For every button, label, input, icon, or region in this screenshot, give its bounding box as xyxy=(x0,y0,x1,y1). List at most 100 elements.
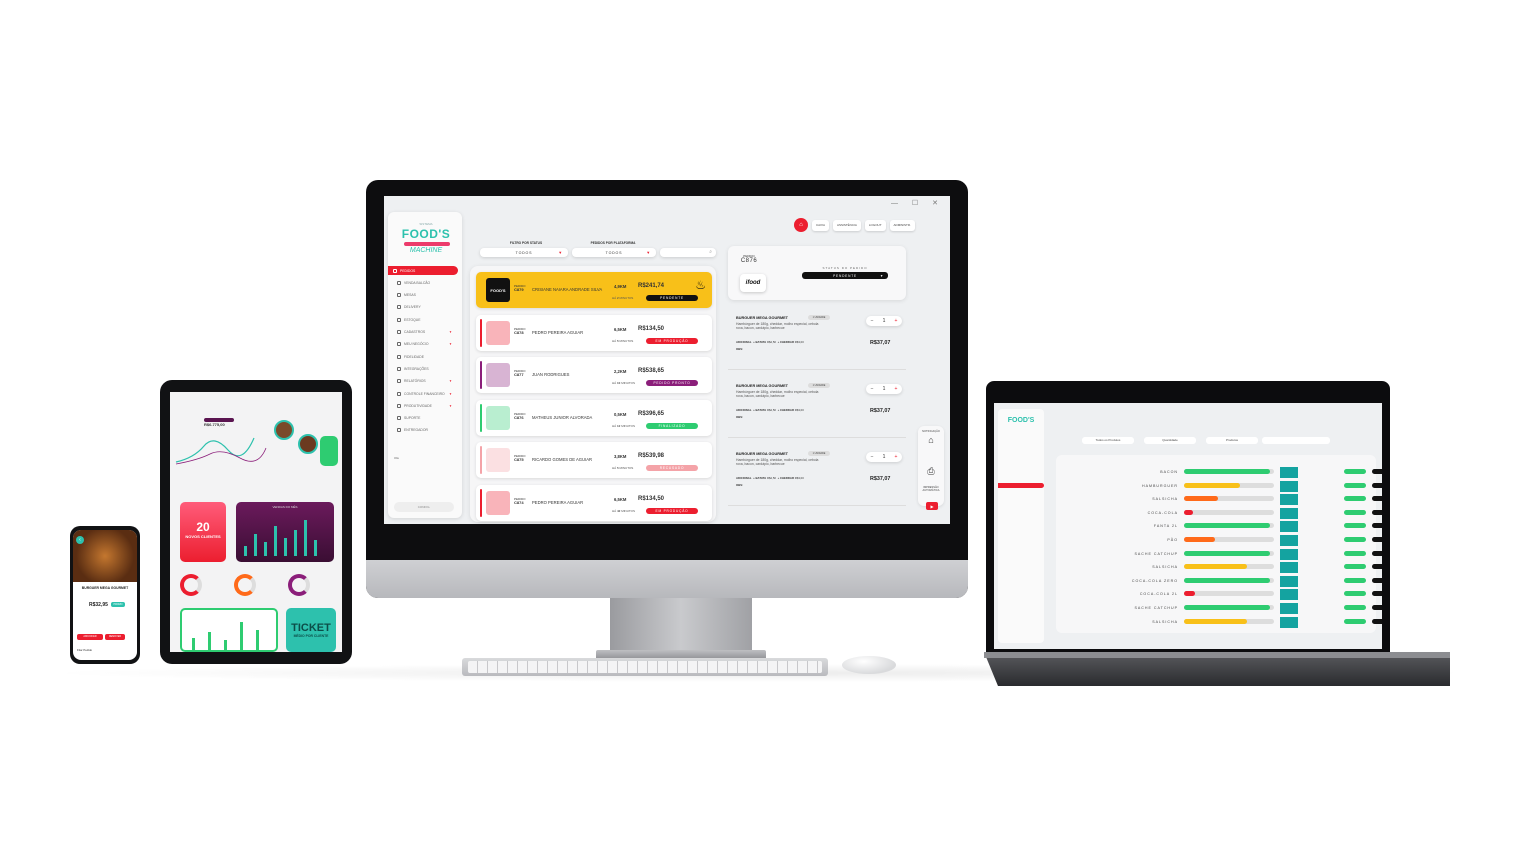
stock-status-pill[interactable] xyxy=(1344,564,1366,570)
sidebar-item[interactable]: ENTREGADOR xyxy=(392,426,458,435)
sidebar-item-label: INTEGRAÇÕES xyxy=(404,366,429,371)
logout-button[interactable]: LOGOUT xyxy=(864,219,886,231)
stock-level-fill xyxy=(1184,591,1195,597)
sidebar-item-label: CONTROLE FINANCEIRO xyxy=(404,391,445,396)
sidebar-item[interactable]: VENDA BALCÃO xyxy=(392,278,458,287)
window-controls[interactable]: — ☐ ✕ xyxy=(891,199,944,207)
laptop-active-item[interactable] xyxy=(998,483,1044,488)
laptop-filter-3[interactable]: Produtos xyxy=(1206,437,1258,444)
stock-status-pill[interactable] xyxy=(1344,550,1366,556)
platform-filter-select[interactable]: TODOS ▼ xyxy=(572,248,656,257)
stock-qty-cell xyxy=(1280,480,1298,492)
back-icon[interactable]: ‹ xyxy=(76,536,84,544)
status-filter-select[interactable]: TODOS ▼ xyxy=(480,248,568,257)
ticket-sub: MÉDIO POR CLIENTE xyxy=(293,634,329,638)
status-strip xyxy=(480,446,482,474)
sidebar-item[interactable]: SUPORTE xyxy=(392,414,458,423)
menu-icon xyxy=(397,354,401,359)
sidebar-item[interactable]: INTEGRAÇÕES xyxy=(392,364,458,373)
item-price: R$37,07 xyxy=(870,408,891,414)
order-card[interactable]: PEDIDO C875 RICARDO GOMES DE AGUIAR 3,8KM R$… xyxy=(476,442,712,478)
stock-action-pill[interactable] xyxy=(1372,537,1382,542)
order-card[interactable]: PEDIDO C876 MATHEUS JUNIOR ALVORADA 0,5KM R$… xyxy=(476,399,712,436)
stock-status-pill[interactable] xyxy=(1344,523,1366,529)
sidebar-footer-button[interactable]: CONFIG. xyxy=(394,502,454,512)
distance: 4,9KM xyxy=(614,284,627,289)
menu-icon xyxy=(397,416,401,421)
item-quantity-tag: 1 UNIDADE xyxy=(808,383,830,388)
user-greeting: Olá xyxy=(394,456,399,460)
stock-level-fill xyxy=(1184,496,1219,502)
stock-action-pill[interactable] xyxy=(1372,509,1382,515)
status-filter-label: FILTRO POR STATUS xyxy=(509,241,543,245)
add-button[interactable]: ADICIONAR xyxy=(77,634,103,640)
item-additionals: ADICIONAL + BATATA R$2,50 + CHEDDAR R$3,… xyxy=(736,408,804,412)
stock-item-name: HAMBURGUER xyxy=(1142,483,1178,488)
stock-level-fill xyxy=(1184,550,1271,556)
stock-level-fill xyxy=(1184,618,1247,624)
minus-icon[interactable]: − xyxy=(871,318,874,324)
search-input[interactable]: ⌕ xyxy=(660,248,716,257)
stock-action-pill[interactable] xyxy=(1372,577,1382,583)
stock-status-pill[interactable] xyxy=(1344,537,1366,542)
laptop-logo: FOOD'S xyxy=(1007,417,1035,424)
stock-status-pill[interactable] xyxy=(1344,469,1366,474)
sidebar-item[interactable]: RELATÓRIOS ▼ xyxy=(392,377,458,386)
stock-action-pill[interactable] xyxy=(1372,591,1382,597)
minus-icon[interactable]: − xyxy=(871,386,874,392)
stock-level-track xyxy=(1184,564,1274,570)
stock-status-pill[interactable] xyxy=(1344,605,1366,610)
order-card[interactable]: PEDIDO C878 PEDRO PEREIRA AGUIAR 6,5KM R$134… xyxy=(476,314,712,351)
stock-action-pill[interactable] xyxy=(1372,550,1382,556)
plus-icon[interactable]: + xyxy=(895,454,898,460)
order-card[interactable]: FOOD'S PEDIDO C879 CRISIANE NAIARA ANDRADE … xyxy=(476,272,712,308)
sidebar-item[interactable]: FIDELIDADE xyxy=(392,352,458,361)
order-card[interactable]: PEDIDO C877 JUAN RODRIGUES 2,2KM R$538,65 HÁ … xyxy=(476,357,712,393)
quantity-stepper[interactable]: −1 + xyxy=(866,316,902,326)
sidebar-item[interactable]: CONTROLE FINANCEIRO ▼ xyxy=(392,389,458,398)
quantity-stepper[interactable]: −1 + xyxy=(866,384,902,394)
stock-status-pill[interactable] xyxy=(1344,618,1366,624)
sidebar-item[interactable]: PEDIDOS xyxy=(388,266,458,275)
bell-icon[interactable]: ⌂ xyxy=(925,435,937,445)
stock-action-pill[interactable] xyxy=(1372,605,1382,610)
menu-icon xyxy=(397,342,401,347)
admin-button[interactable]: ADMINISTR. xyxy=(889,219,915,231)
stock-level-track xyxy=(1184,523,1274,529)
sidebar-item[interactable]: ESTOQUE xyxy=(392,315,458,324)
caixa-button[interactable]: CAIXA xyxy=(812,219,830,231)
sidebar-item[interactable]: MEU NEGÓCIO ▼ xyxy=(392,340,458,349)
stock-qty-cell xyxy=(1280,548,1298,560)
stock-status-pill[interactable] xyxy=(1344,496,1366,502)
stock-action-pill[interactable] xyxy=(1372,496,1382,502)
printer-icon[interactable]: ⎙ xyxy=(925,466,937,477)
plus-icon[interactable]: + xyxy=(895,386,898,392)
plus-icon[interactable]: + xyxy=(895,318,898,324)
order-card[interactable]: PEDIDO C874 PEDRO PEREIRA AGUIAR 6,5KM R$134… xyxy=(476,484,712,521)
sidebar-item[interactable]: DELIVERY xyxy=(392,303,458,312)
stock-status-pill[interactable] xyxy=(1344,482,1366,488)
stock-status-pill[interactable] xyxy=(1344,577,1366,583)
laptop-filter-1[interactable]: Todos os Produtos xyxy=(1082,437,1134,444)
item-title: BURGUER MEGA GOURMET xyxy=(736,384,788,388)
minus-icon[interactable]: − xyxy=(871,454,874,460)
quantity-stepper[interactable]: −1 + xyxy=(866,452,902,462)
order-status-select[interactable]: PENDENTE ▼ xyxy=(802,272,888,279)
laptop-filter-2[interactable]: Quantidade xyxy=(1144,437,1196,444)
assistencia-button[interactable]: ASSISTÊNCIA xyxy=(833,219,861,231)
tablet-revenue: R$6.775,00 xyxy=(204,422,225,427)
stock-action-pill[interactable] xyxy=(1372,469,1382,474)
stock-status-pill[interactable] xyxy=(1344,591,1366,597)
sidebar-item[interactable]: MESAS xyxy=(392,291,458,300)
laptop-search-input[interactable] xyxy=(1262,437,1330,444)
youtube-icon[interactable]: ▶ xyxy=(926,502,938,510)
stock-action-pill[interactable] xyxy=(1372,482,1382,488)
notification-icon[interactable]: ⌂ xyxy=(794,218,808,232)
stock-action-pill[interactable] xyxy=(1372,523,1382,529)
sidebar-item[interactable]: CADASTROS ▼ xyxy=(392,328,458,337)
remove-button[interactable]: REMOVER xyxy=(105,634,125,640)
stock-action-pill[interactable] xyxy=(1372,618,1382,624)
stock-action-pill[interactable] xyxy=(1372,564,1382,570)
sidebar-item[interactable]: PRODUTIVIDADE ▼ xyxy=(392,401,458,410)
stock-status-pill[interactable] xyxy=(1344,509,1366,515)
